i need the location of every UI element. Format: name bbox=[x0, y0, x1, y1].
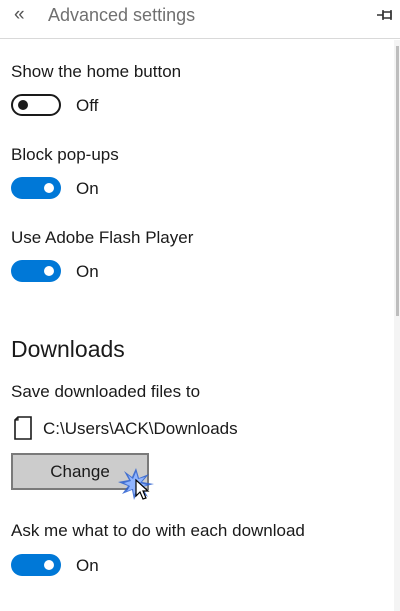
ask-download-state: On bbox=[76, 556, 99, 575]
toggle-knob bbox=[44, 183, 54, 193]
page-title: Advanced settings bbox=[48, 5, 196, 25]
toggle-knob bbox=[18, 100, 28, 110]
flash-toggle[interactable] bbox=[11, 260, 61, 282]
back-button[interactable]: « bbox=[14, 4, 34, 26]
block-popups-state: On bbox=[76, 179, 99, 198]
block-popups-toggle[interactable] bbox=[11, 177, 61, 199]
home-button-label: Show the home button bbox=[11, 62, 182, 81]
folder-icon bbox=[14, 416, 32, 440]
ask-download-toggle[interactable] bbox=[11, 554, 61, 576]
download-path: C:\Users\ACK\Downloads bbox=[43, 419, 238, 438]
header-bar: « Advanced settings bbox=[0, 0, 400, 39]
flash-label: Use Adobe Flash Player bbox=[11, 228, 194, 247]
pin-icon[interactable] bbox=[376, 8, 396, 22]
click-cursor-icon bbox=[116, 466, 160, 502]
ask-download-label: Ask me what to do with each download bbox=[11, 521, 305, 540]
scrollbar-thumb[interactable] bbox=[396, 46, 399, 316]
toggle-knob bbox=[44, 560, 54, 570]
block-popups-label: Block pop-ups bbox=[11, 145, 119, 164]
save-location-label: Save downloaded files to bbox=[11, 382, 201, 401]
toggle-knob bbox=[44, 266, 54, 276]
home-button-toggle[interactable] bbox=[11, 94, 61, 116]
home-button-state: Off bbox=[76, 96, 99, 115]
downloads-heading: Downloads bbox=[11, 336, 125, 362]
flash-state: On bbox=[76, 262, 99, 281]
